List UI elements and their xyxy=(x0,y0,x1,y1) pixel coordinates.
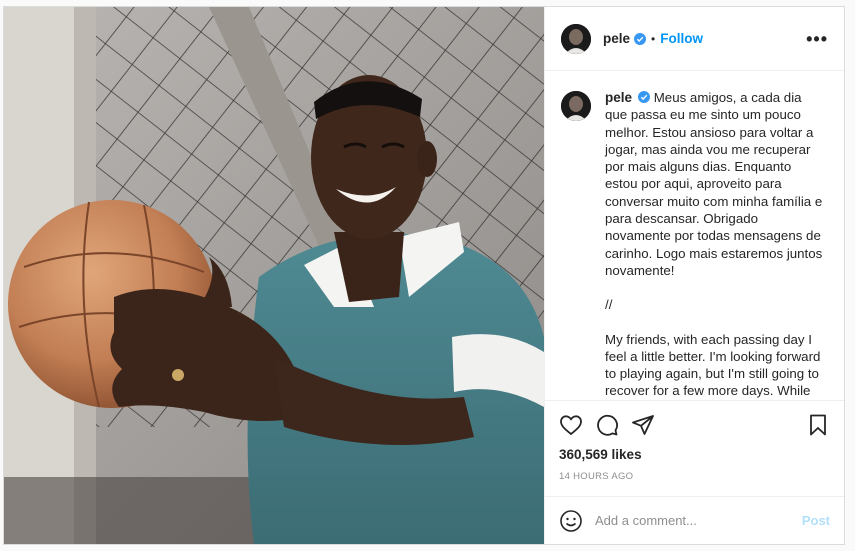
comment-input[interactable] xyxy=(595,513,802,528)
post-header: pele • Follow ••• xyxy=(545,7,844,71)
follow-button[interactable]: Follow xyxy=(660,31,703,46)
avatar-image xyxy=(561,23,591,54)
comment-bar: Post xyxy=(545,496,844,544)
verified-badge-icon xyxy=(634,32,647,45)
instagram-post: pele • Follow ••• pele Meus amigos, a ca… xyxy=(3,6,845,545)
caption-avatar-image xyxy=(561,91,591,121)
caption-divider: // xyxy=(605,297,613,313)
caption-verified-badge-icon xyxy=(638,91,651,103)
share-icon[interactable] xyxy=(631,413,655,437)
caption-text: pele Meus amigos, a cada dia que passa e… xyxy=(605,89,823,400)
bookmark-icon[interactable] xyxy=(806,413,830,437)
photo-illustration xyxy=(4,7,544,544)
action-icons xyxy=(559,409,830,441)
caption-portuguese: Meus amigos, a cada dia que passa eu me … xyxy=(605,90,823,278)
caption-area: pele Meus amigos, a cada dia que passa e… xyxy=(545,71,844,400)
more-options-icon[interactable]: ••• xyxy=(806,30,828,48)
caption-english: My friends, with each passing day I feel… xyxy=(605,331,821,399)
heart-icon[interactable] xyxy=(559,413,583,437)
post-side-panel: pele • Follow ••• pele Meus amigos, a ca… xyxy=(544,7,844,544)
comment-icon[interactable] xyxy=(595,413,619,437)
header-separator: • xyxy=(651,31,656,46)
avatar[interactable] xyxy=(561,23,591,54)
caption-avatar[interactable] xyxy=(561,91,591,121)
likes-count[interactable]: 360,569 likes xyxy=(559,447,830,462)
smiley-icon[interactable] xyxy=(559,509,583,533)
post-comment-button[interactable]: Post xyxy=(802,513,830,528)
caption-username[interactable]: pele xyxy=(605,90,632,105)
post-timestamp[interactable]: 14 HOURS AGO xyxy=(559,471,830,482)
post-photo[interactable] xyxy=(4,7,544,544)
header-username[interactable]: pele xyxy=(603,31,630,46)
post-actions: 360,569 likes 14 HOURS AGO xyxy=(545,400,844,496)
